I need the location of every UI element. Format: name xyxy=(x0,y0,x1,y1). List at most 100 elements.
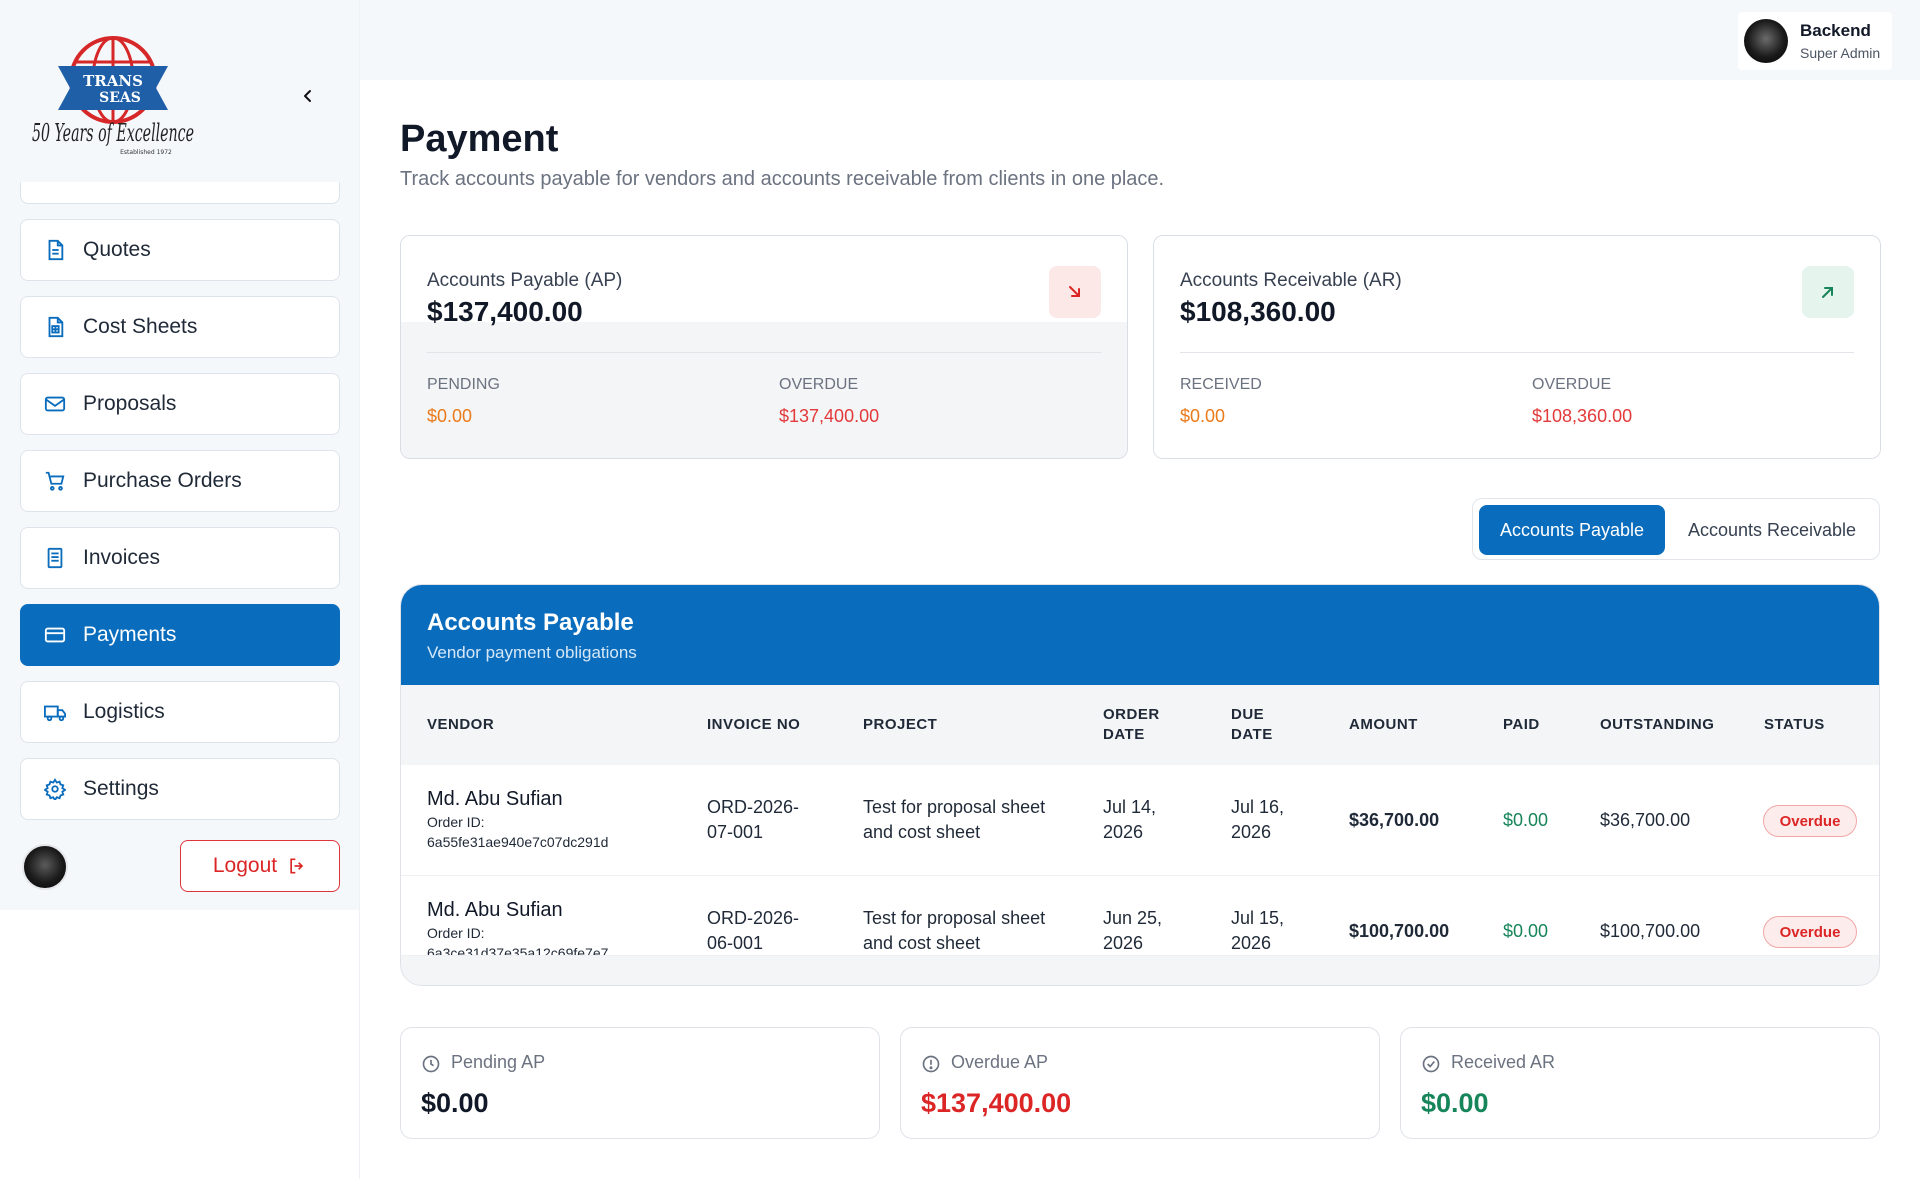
date-line: Jun 25, xyxy=(1103,908,1163,928)
summary-label: Accounts Payable (AP) xyxy=(427,270,623,291)
outstanding-cell: $100,700.00 xyxy=(1600,921,1701,941)
invoice-line: 06-001 xyxy=(707,933,764,953)
sidebar-blank-area xyxy=(0,910,360,1179)
cart-icon xyxy=(43,469,67,493)
collapse-sidebar-button[interactable] xyxy=(296,84,320,108)
svg-text:50 Years of Excellence: 50 Years of Excellence xyxy=(32,119,194,147)
due-date-cell: Jul 15, 2026 xyxy=(1231,906,1285,955)
pending-label: PENDING xyxy=(427,376,500,393)
svg-text:Established 1972: Established 1972 xyxy=(120,149,172,156)
column-header-order-date[interactable]: ORDER DATE xyxy=(1103,705,1160,745)
sidebar-item-invoices[interactable]: Invoices xyxy=(20,527,340,589)
sidebar-item-label: Cost Sheets xyxy=(83,315,198,338)
gear-icon xyxy=(43,777,67,801)
project-cell: Test for proposal sheet and cost sheet xyxy=(863,795,1045,845)
top-bar: Backend Super Admin xyxy=(360,0,1920,80)
stat-label: Pending AP xyxy=(451,1052,546,1072)
column-header-project[interactable]: PROJECT xyxy=(863,715,937,735)
overdue-label: OVERDUE xyxy=(1532,376,1612,393)
user-role: Super Admin xyxy=(1800,45,1881,61)
accounts-payable-table-panel: Accounts Payable Vendor payment obligati… xyxy=(400,584,1880,986)
received-ar-stat-card: Received AR $0.00 xyxy=(1400,1027,1880,1139)
date-line: Jul 16, xyxy=(1231,797,1285,817)
avatar[interactable] xyxy=(22,844,68,890)
sidebar-item-logistics[interactable]: Logistics xyxy=(20,681,340,743)
sidebar-item-label: Settings xyxy=(83,777,159,800)
order-date-cell: Jun 25, 2026 xyxy=(1103,906,1163,955)
invoice-line: ORD-2026- xyxy=(707,908,800,928)
column-header-vendor[interactable]: VENDOR xyxy=(427,715,494,735)
card-shade xyxy=(401,322,1127,458)
sidebar-item-purchase-orders[interactable]: Purchase Orders xyxy=(20,450,340,512)
project-line: Test for proposal sheet xyxy=(863,797,1046,817)
company-logo[interactable]: TRANS SEAS 50 Years of Excellence Establ… xyxy=(28,30,198,160)
vendor-cell: Md. Abu Sufian Order ID: 6a3ce31d37e35a1… xyxy=(427,898,609,956)
sidebar-item-hidden[interactable] xyxy=(20,182,340,204)
date-line: 2026 xyxy=(1231,822,1272,842)
table-row[interactable]: Md. Abu Sufian Order ID: 6a3ce31d37e35a1… xyxy=(401,876,1879,956)
sidebar-item-label: Logistics xyxy=(83,700,165,723)
column-header-due-date[interactable]: DUE DATE xyxy=(1231,705,1273,745)
column-header-line: DUE xyxy=(1231,706,1265,723)
svg-text:TRANS: TRANS xyxy=(83,72,143,90)
card-shade xyxy=(1154,322,1880,458)
date-line: 2026 xyxy=(1103,822,1144,842)
table-row[interactable]: Md. Abu Sufian Order ID: 6a55fe31ae940e7… xyxy=(401,765,1879,876)
document-icon xyxy=(43,238,67,262)
arrow-down-right-icon xyxy=(1049,266,1101,318)
user-menu[interactable]: Backend Super Admin xyxy=(1738,12,1892,70)
status-badge: Overdue xyxy=(1763,916,1857,948)
panel-title: Accounts Payable xyxy=(427,609,634,636)
sidebar: TRANS SEAS 50 Years of Excellence Establ… xyxy=(0,0,360,910)
column-header-amount[interactable]: AMOUNT xyxy=(1349,715,1418,735)
date-line: Jul 15, xyxy=(1231,908,1285,928)
alert-circle-icon xyxy=(921,1054,941,1074)
column-header-paid[interactable]: PAID xyxy=(1503,715,1540,735)
arrow-up-right-icon xyxy=(1802,266,1854,318)
date-line: 2026 xyxy=(1103,933,1144,953)
svg-text:SEAS: SEAS xyxy=(99,90,141,106)
date-line: Jul 14, xyxy=(1103,797,1157,817)
page-title: Payment xyxy=(400,118,559,160)
stat-label: Overdue AP xyxy=(951,1052,1049,1072)
vendor-name: Md. Abu Sufian xyxy=(427,899,563,921)
envelope-icon xyxy=(43,392,67,416)
column-header-line: DATE xyxy=(1231,726,1273,743)
summary-value: $137,400.00 xyxy=(427,296,583,327)
logout-button[interactable]: Logout xyxy=(180,840,340,892)
tab-accounts-payable[interactable]: Accounts Payable xyxy=(1479,505,1665,555)
divider xyxy=(1180,352,1854,353)
spreadsheet-icon xyxy=(43,315,67,339)
sidebar-item-proposals[interactable]: Proposals xyxy=(20,373,340,435)
user-name: Backend xyxy=(1800,21,1871,40)
credit-card-icon xyxy=(43,623,67,647)
receipt-icon xyxy=(43,546,67,570)
stat-label: Received AR xyxy=(1451,1052,1556,1072)
stat-value: $0.00 xyxy=(421,1088,489,1118)
order-id-label: Order ID: xyxy=(427,925,485,941)
sidebar-item-cost-sheets[interactable]: Cost Sheets xyxy=(20,296,340,358)
tab-accounts-receivable[interactable]: Accounts Receivable xyxy=(1669,505,1875,555)
column-header-outstanding[interactable]: OUTSTANDING xyxy=(1600,715,1714,735)
order-id: 6a3ce31d37e35a12c69fe7e7 xyxy=(427,945,609,956)
project-line: and cost sheet xyxy=(863,933,981,953)
sidebar-item-label: Invoices xyxy=(83,546,161,569)
chevron-left-icon xyxy=(304,90,311,102)
stat-value: $0.00 xyxy=(1421,1088,1489,1118)
outstanding-cell: $36,700.00 xyxy=(1600,810,1691,830)
column-header-status[interactable]: STATUS xyxy=(1764,715,1825,735)
order-id-label: Order ID: xyxy=(427,814,485,830)
column-header-invoice[interactable]: INVOICE NO xyxy=(707,715,800,735)
invoice-cell: ORD-2026- 06-001 xyxy=(707,906,800,955)
sidebar-item-label: Purchase Orders xyxy=(83,469,242,492)
divider xyxy=(427,352,1101,353)
sidebar-item-quotes[interactable]: Quotes xyxy=(20,219,340,281)
overdue-value: $137,400.00 xyxy=(779,406,880,426)
sidebar-item-settings[interactable]: Settings xyxy=(20,758,340,820)
overdue-value: $108,360.00 xyxy=(1532,406,1633,426)
column-header-line: DATE xyxy=(1103,726,1145,743)
project-line: Test for proposal sheet xyxy=(863,908,1046,928)
status-badge: Overdue xyxy=(1763,805,1857,837)
pending-ap-stat-card: Pending AP $0.00 xyxy=(400,1027,880,1139)
sidebar-item-payments[interactable]: Payments xyxy=(20,604,340,666)
